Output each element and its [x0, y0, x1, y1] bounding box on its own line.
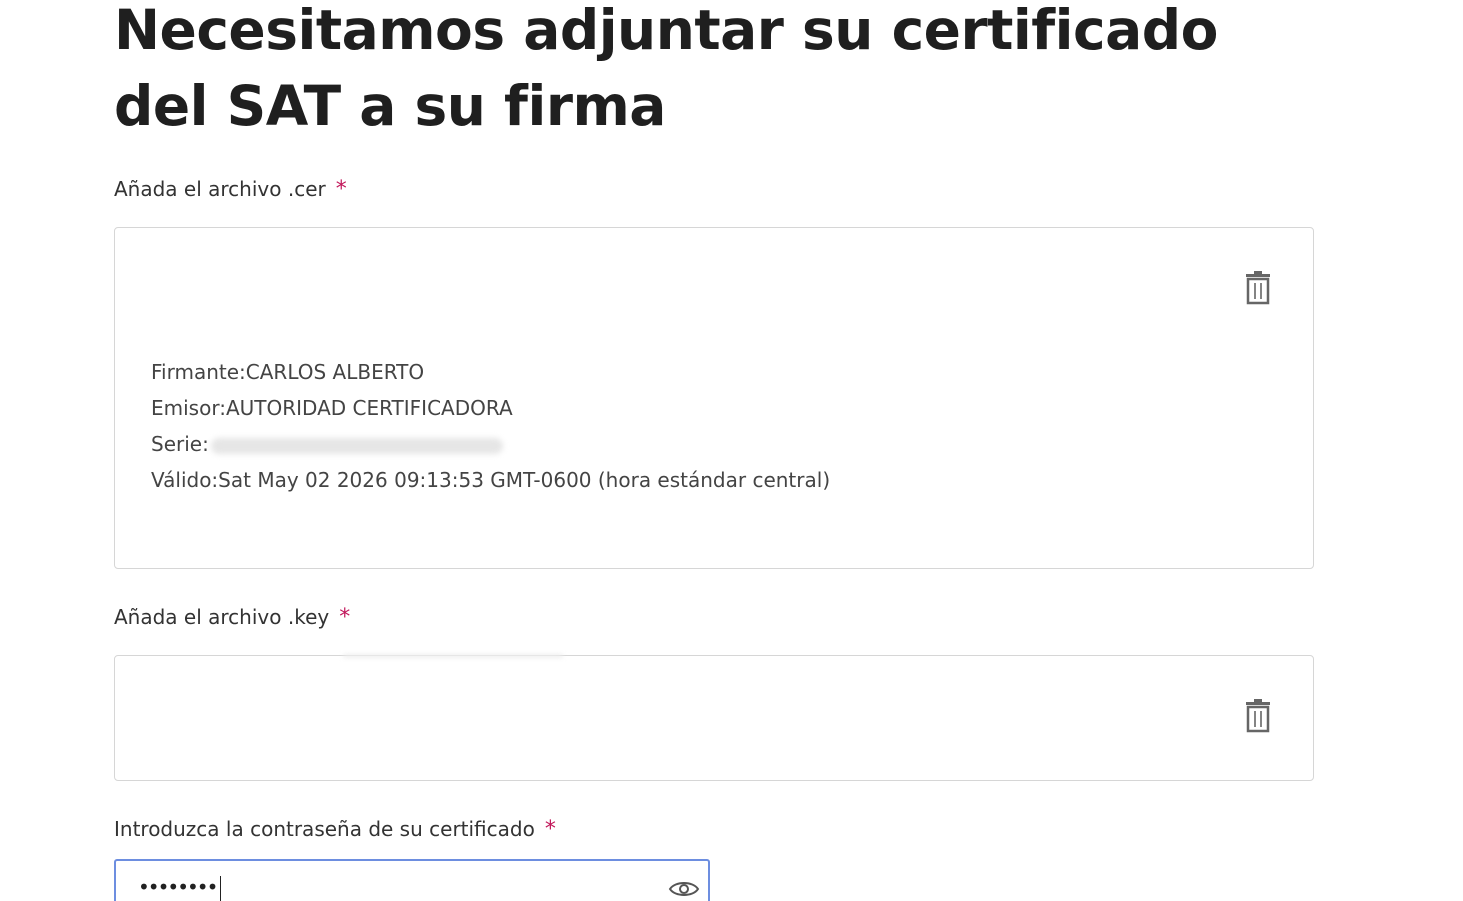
serial-label: Serie: [151, 432, 209, 456]
serial-line: Serie: [151, 426, 830, 462]
trash-icon[interactable] [1243, 698, 1273, 734]
valid-value: Sat May 02 2026 09:13:53 GMT-0600 (hora … [218, 468, 831, 492]
signer-value: CARLOS ALBERTO [245, 360, 425, 384]
cer-label-text: Añada el archivo .cer [114, 177, 326, 201]
signer-line: Firmante:CARLOS ALBERTO [151, 354, 830, 390]
key-filename-redacted [343, 654, 563, 658]
serial-value-redacted [210, 437, 503, 454]
page-title: Necesitamos adjuntar su certificado del … [114, 0, 1218, 138]
password-field-label: Introduzca la contraseña de su certifica… [114, 817, 556, 842]
required-mark: * [339, 605, 351, 630]
issuer-line: Emisor:AUTORIDAD CERTIFICADORA [151, 390, 830, 426]
certificate-details: Firmante:CARLOS ALBERTO Emisor:AUTORIDAD… [151, 354, 830, 498]
text-caret [220, 875, 222, 901]
cer-upload-box[interactable]: Firmante:CARLOS ALBERTO Emisor:AUTORIDAD… [114, 227, 1314, 569]
eye-icon[interactable] [668, 877, 700, 901]
trash-icon[interactable] [1243, 270, 1273, 306]
valid-line: Válido:Sat May 02 2026 09:13:53 GMT-0600… [151, 462, 830, 498]
certificate-upload-page: Necesitamos adjuntar su certificado del … [0, 0, 1463, 901]
key-field-label: Añada el archivo .key * [114, 605, 350, 630]
required-mark: * [335, 177, 347, 202]
required-mark: * [544, 817, 556, 842]
key-upload-box[interactable] [114, 654, 1314, 781]
signer-label: Firmante: [151, 360, 246, 384]
issuer-value: AUTORIDAD CERTIFICADORA [225, 396, 513, 420]
key-label-text: Añada el archivo .key [114, 605, 330, 629]
password-input[interactable]: •••••••• [114, 859, 710, 901]
cer-field-label: Añada el archivo .cer * [114, 177, 347, 202]
issuer-label: Emisor: [151, 396, 226, 420]
password-label-text: Introduzca la contraseña de su certifica… [114, 817, 535, 841]
password-masked-value: •••••••• [138, 875, 222, 901]
valid-label: Válido: [151, 468, 219, 492]
